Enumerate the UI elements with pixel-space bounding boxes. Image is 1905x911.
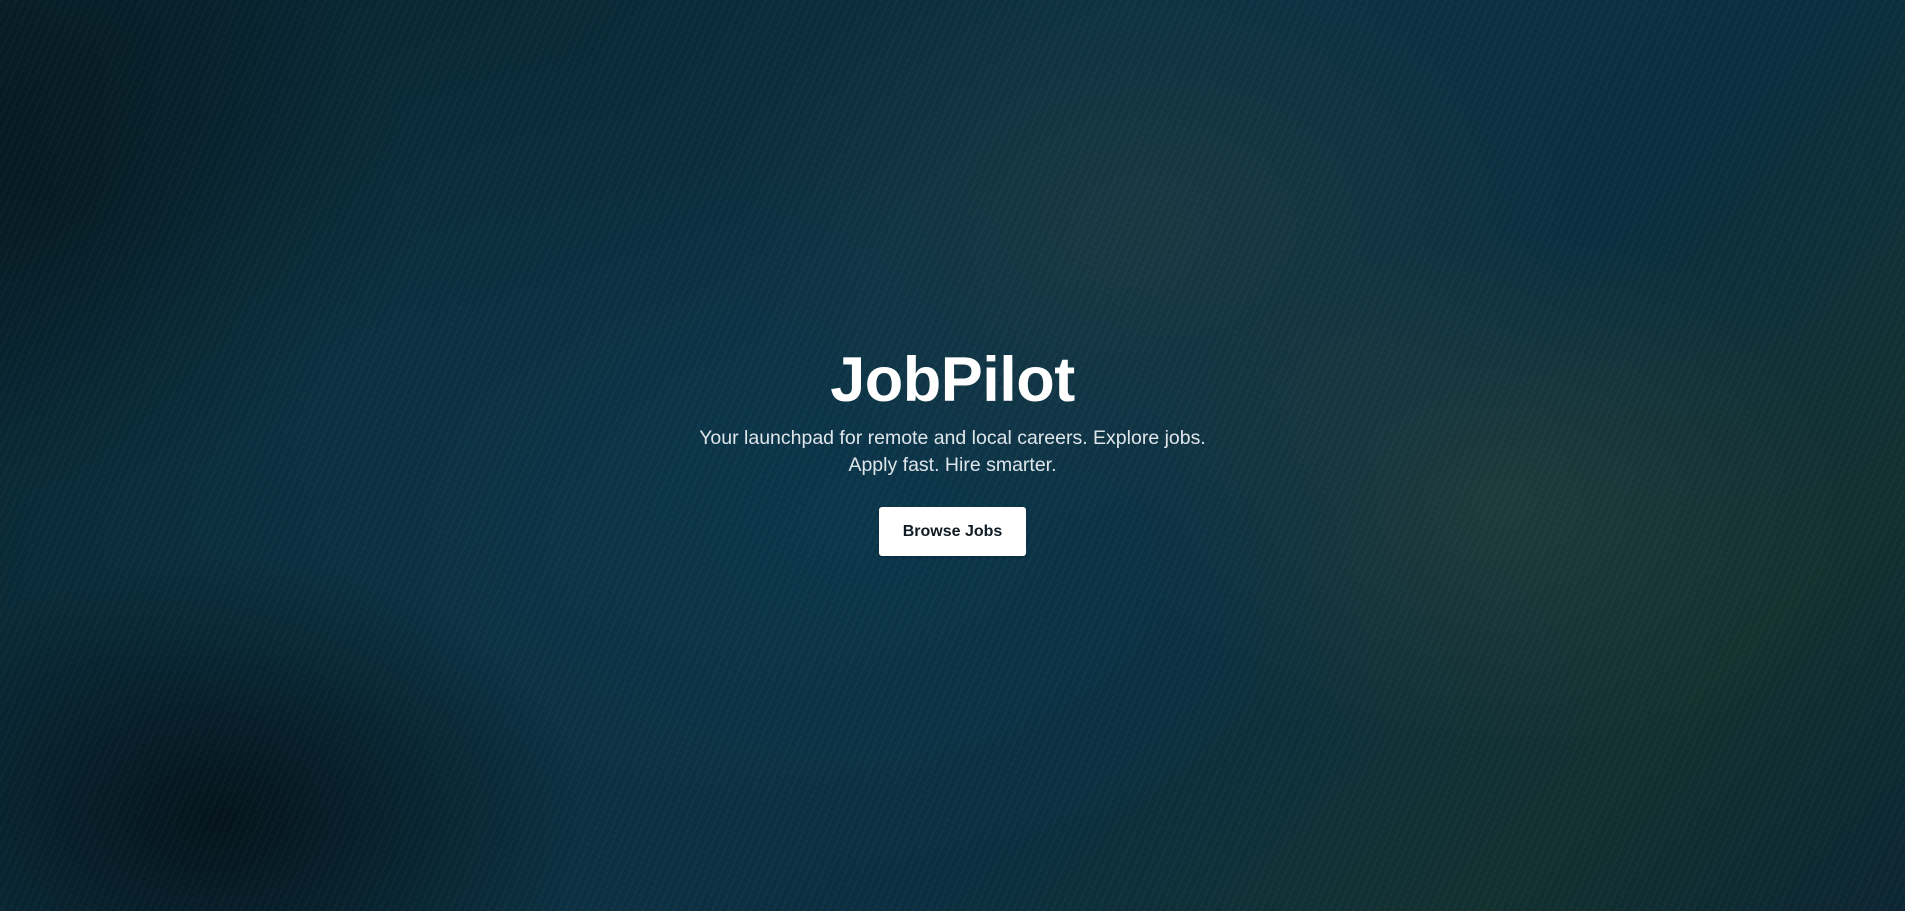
hero-subtitle-line-1: Your launchpad for remote and local care… [699,427,1206,449]
hero-content: JobPilot Your launchpad for remote and l… [0,340,1905,556]
hero-title: JobPilot [830,345,1075,415]
hero-subtitle: Your launchpad for remote and local care… [663,425,1243,479]
browse-jobs-button[interactable]: Browse Jobs [879,507,1026,556]
hero-subtitle-line-2: Apply fast. Hire smarter. [848,454,1057,476]
hero-section: JobPilot Your launchpad for remote and l… [0,0,1905,911]
